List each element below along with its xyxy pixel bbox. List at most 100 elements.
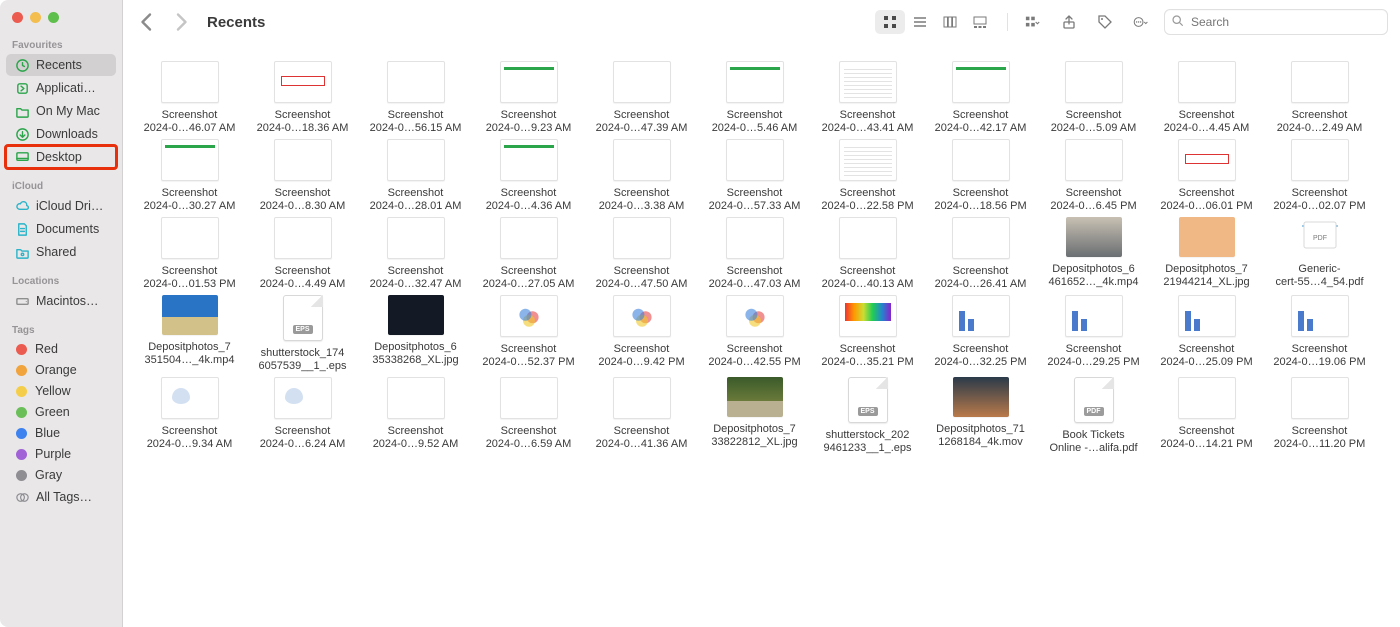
file-name: Screenshot2024-0…27.05 AM — [476, 265, 581, 291]
file-thumbnail — [726, 61, 784, 103]
file-item[interactable]: Screenshot2024-0…9.42 PM — [585, 295, 698, 373]
file-name: Screenshot2024-0…43.41 AM — [815, 109, 920, 135]
file-item[interactable]: Screenshot2024-0…42.55 PM — [698, 295, 811, 373]
file-item[interactable]: Screenshot2024-0…3.38 AM — [585, 139, 698, 213]
file-item[interactable]: Screenshot2024-0…22.58 PM — [811, 139, 924, 213]
file-item[interactable]: Screenshot2024-0…30.27 AM — [133, 139, 246, 213]
file-item[interactable]: Screenshot2024-0…43.41 AM — [811, 61, 924, 135]
group-by-button[interactable] — [1020, 9, 1046, 35]
file-item[interactable]: Screenshot2024-0…8.30 AM — [246, 139, 359, 213]
file-thumbnail: EPS — [848, 377, 888, 423]
file-item[interactable]: Screenshot2024-0…47.50 AM — [585, 217, 698, 291]
file-thumbnail — [613, 139, 671, 181]
file-item[interactable]: Screenshot2024-0…9.23 AM — [472, 61, 585, 135]
file-item[interactable]: Screenshot2024-0…32.47 AM — [359, 217, 472, 291]
file-item[interactable]: Screenshot2024-0…5.46 AM — [698, 61, 811, 135]
file-item[interactable]: Screenshot2024-0…32.25 PM — [924, 295, 1037, 373]
file-item[interactable]: Depositphotos_733822812_XL.jpg — [698, 377, 811, 455]
file-item[interactable]: Screenshot2024-0…18.36 AM — [246, 61, 359, 135]
file-item[interactable]: Screenshot2024-0…01.53 PM — [133, 217, 246, 291]
file-name: Screenshot2024-0…46.07 AM — [137, 109, 242, 135]
file-item[interactable]: Screenshot2024-0…6.59 AM — [472, 377, 585, 455]
file-item[interactable]: Screenshot2024-0…4.45 AM — [1150, 61, 1263, 135]
file-item[interactable]: Screenshot2024-0…28.01 AM — [359, 139, 472, 213]
file-item[interactable]: Screenshot2024-0…41.36 AM — [585, 377, 698, 455]
file-item[interactable]: Screenshot2024-0…26.41 AM — [924, 217, 1037, 291]
file-item[interactable]: Screenshot2024-0…27.05 AM — [472, 217, 585, 291]
file-item[interactable]: Depositphotos_711268184_4k.mov — [924, 377, 1037, 455]
file-item[interactable]: EPSshutterstock_2029461233__1_.eps — [811, 377, 924, 455]
tag-item[interactable]: Gray — [6, 465, 116, 485]
list-view-button[interactable] — [905, 10, 935, 34]
icloud-item[interactable]: Shared — [6, 241, 116, 263]
gallery-view-button[interactable] — [965, 10, 995, 34]
favourites-item[interactable]: On My Mac — [6, 100, 116, 122]
minimize-window-button[interactable] — [30, 12, 41, 23]
action-menu-button[interactable] — [1128, 9, 1154, 35]
file-item[interactable]: Screenshot2024-0…6.24 AM — [246, 377, 359, 455]
tag-item[interactable]: Blue — [6, 423, 116, 443]
locations-item[interactable]: Macintos… — [6, 290, 116, 312]
favourites-item[interactable]: Applicati… — [6, 77, 116, 99]
file-item[interactable]: Screenshot2024-0…52.37 PM — [472, 295, 585, 373]
close-window-button[interactable] — [12, 12, 23, 23]
tag-item[interactable]: Orange — [6, 360, 116, 380]
file-name: Screenshot2024-0…9.42 PM — [589, 343, 694, 369]
file-name: Screenshot2024-0…3.38 AM — [589, 187, 694, 213]
file-item[interactable]: Screenshot2024-0…40.13 AM — [811, 217, 924, 291]
file-item[interactable]: Depositphotos_6461652…_4k.mp4 — [1037, 217, 1150, 291]
file-item[interactable]: Screenshot2024-0…19.06 PM — [1263, 295, 1376, 373]
file-item[interactable]: Screenshot2024-0…4.36 AM — [472, 139, 585, 213]
file-item[interactable]: Screenshot2024-0…47.03 AM — [698, 217, 811, 291]
file-item[interactable]: Screenshot2024-0…18.56 PM — [924, 139, 1037, 213]
search-field[interactable] — [1164, 9, 1388, 35]
file-item[interactable]: Screenshot2024-0…47.39 AM — [585, 61, 698, 135]
file-item[interactable]: Depositphotos_721944214_XL.jpg — [1150, 217, 1263, 291]
file-item[interactable]: Screenshot2024-0…9.34 AM — [133, 377, 246, 455]
sidebar-item-label: Applicati… — [36, 81, 96, 95]
file-item[interactable]: Screenshot2024-0…9.52 AM — [359, 377, 472, 455]
tag-item[interactable]: Green — [6, 402, 116, 422]
file-item[interactable]: Screenshot2024-0…56.15 AM — [359, 61, 472, 135]
file-item[interactable]: Screenshot2024-0…02.07 PM — [1263, 139, 1376, 213]
file-item[interactable]: Screenshot2024-0…06.01 PM — [1150, 139, 1263, 213]
file-item[interactable]: Screenshot2024-0…42.17 AM — [924, 61, 1037, 135]
file-item[interactable]: Depositphotos_7351504…_4k.mp4 — [133, 295, 246, 373]
icon-view-button[interactable] — [875, 10, 905, 34]
forward-button[interactable] — [169, 10, 193, 34]
file-item[interactable]: PDFBook TicketsOnline -…alifa.pdf — [1037, 377, 1150, 455]
file-item[interactable]: EPSshutterstock_1746057539__1_.eps — [246, 295, 359, 373]
tag-item[interactable]: Yellow — [6, 381, 116, 401]
back-button[interactable] — [135, 10, 159, 34]
zoom-window-button[interactable] — [48, 12, 59, 23]
file-item[interactable]: Depositphotos_635338268_XL.jpg — [359, 295, 472, 373]
file-thumbnail — [726, 217, 784, 259]
icloud-item[interactable]: iCloud Dri… — [6, 195, 116, 217]
tag-item[interactable]: Red — [6, 339, 116, 359]
search-input[interactable] — [1189, 14, 1381, 30]
icloud-item[interactable]: Documents — [6, 218, 116, 240]
file-item[interactable]: Screenshot2024-0…11.20 PM — [1263, 377, 1376, 455]
column-view-button[interactable] — [935, 10, 965, 34]
file-item[interactable]: Screenshot2024-0…35.21 PM — [811, 295, 924, 373]
file-thumbnail — [839, 217, 897, 259]
tag-item[interactable]: All Tags… — [6, 486, 116, 508]
file-item[interactable]: Screenshot2024-0…57.33 AM — [698, 139, 811, 213]
tag-item[interactable]: Purple — [6, 444, 116, 464]
file-item[interactable]: Screenshot2024-0…29.25 PM — [1037, 295, 1150, 373]
file-item[interactable]: Screenshot2024-0…25.09 PM — [1150, 295, 1263, 373]
file-item[interactable]: Screenshot2024-0…6.45 PM — [1037, 139, 1150, 213]
file-item[interactable]: Screenshot2024-0…5.09 AM — [1037, 61, 1150, 135]
tags-button[interactable] — [1092, 9, 1118, 35]
favourites-item[interactable]: Downloads — [6, 123, 116, 145]
file-item[interactable]: Screenshot2024-0…46.07 AM — [133, 61, 246, 135]
favourites-item[interactable]: Recents — [6, 54, 116, 76]
favourites-item[interactable]: Desktop — [6, 146, 116, 168]
file-item[interactable]: Screenshot2024-0…14.21 PM — [1150, 377, 1263, 455]
share-button[interactable] — [1056, 9, 1082, 35]
file-thumbnail — [161, 61, 219, 103]
file-item[interactable]: PDFGeneric-cert-55…4_54.pdf — [1263, 217, 1376, 291]
file-item[interactable]: Screenshot2024-0…2.49 AM — [1263, 61, 1376, 135]
file-item[interactable]: Screenshot2024-0…4.49 AM — [246, 217, 359, 291]
drive-icon — [14, 293, 30, 309]
